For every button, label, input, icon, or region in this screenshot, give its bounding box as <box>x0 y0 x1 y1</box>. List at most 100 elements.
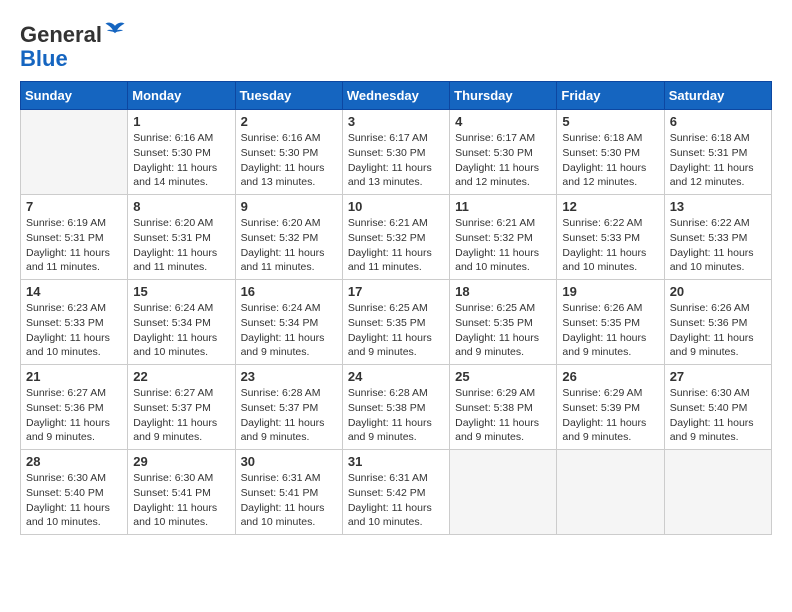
day-number: 23 <box>241 369 337 384</box>
logo-bird-icon <box>104 20 126 42</box>
day-info: Sunrise: 6:29 AM Sunset: 5:39 PM Dayligh… <box>562 386 658 445</box>
day-info: Sunrise: 6:16 AM Sunset: 5:30 PM Dayligh… <box>241 131 337 190</box>
day-number: 7 <box>26 199 122 214</box>
calendar-cell: 20 Sunrise: 6:26 AM Sunset: 5:36 PM Dayli… <box>664 280 771 365</box>
day-number: 9 <box>241 199 337 214</box>
calendar-cell: 2 Sunrise: 6:16 AM Sunset: 5:30 PM Daylig… <box>235 110 342 195</box>
calendar-week-2: 7 Sunrise: 6:19 AM Sunset: 5:31 PM Daylig… <box>21 195 772 280</box>
day-info: Sunrise: 6:26 AM Sunset: 5:36 PM Dayligh… <box>670 301 766 360</box>
day-info: Sunrise: 6:30 AM Sunset: 5:40 PM Dayligh… <box>670 386 766 445</box>
calendar-week-4: 21 Sunrise: 6:27 AM Sunset: 5:36 PM Dayli… <box>21 365 772 450</box>
calendar-cell: 5Sunrise: 6:18 AM Sunset: 5:30 PM Daylig… <box>557 110 664 195</box>
day-info: Sunrise: 6:31 AM Sunset: 5:42 PM Dayligh… <box>348 471 444 530</box>
calendar-cell <box>450 450 557 535</box>
calendar-cell: 28Sunrise: 6:30 AM Sunset: 5:40 PM Dayli… <box>21 450 128 535</box>
weekday-header-monday: Monday <box>128 82 235 110</box>
calendar-cell: 21 Sunrise: 6:27 AM Sunset: 5:36 PM Dayli… <box>21 365 128 450</box>
calendar-cell: 3 Sunrise: 6:17 AM Sunset: 5:30 PM Daylig… <box>342 110 449 195</box>
day-info: Sunrise: 6:25 AM Sunset: 5:35 PM Dayligh… <box>348 301 444 360</box>
calendar-week-1: 1 Sunrise: 6:16 AM Sunset: 5:30 PM Daylig… <box>21 110 772 195</box>
day-info: Sunrise: 6:25 AM Sunset: 5:35 PM Dayligh… <box>455 301 551 360</box>
weekday-header-tuesday: Tuesday <box>235 82 342 110</box>
day-number: 19 <box>562 284 658 299</box>
calendar-cell: 12 Sunrise: 6:22 AM Sunset: 5:33 PM Dayli… <box>557 195 664 280</box>
day-info: Sunrise: 6:21 AM Sunset: 5:32 PM Dayligh… <box>348 216 444 275</box>
calendar-cell: 8 Sunrise: 6:20 AM Sunset: 5:31 PM Daylig… <box>128 195 235 280</box>
logo-blue: Blue <box>20 46 68 71</box>
day-number: 15 <box>133 284 229 299</box>
day-info: Sunrise: 6:26 AM Sunset: 5:35 PM Dayligh… <box>562 301 658 360</box>
day-number: 18 <box>455 284 551 299</box>
day-number: 25 <box>455 369 551 384</box>
day-info: Sunrise: 6:17 AM Sunset: 5:30 PM Dayligh… <box>348 131 444 190</box>
logo: General Blue <box>20 20 126 71</box>
day-number: 28 <box>26 454 122 469</box>
calendar-cell: 24 Sunrise: 6:28 AM Sunset: 5:38 PM Dayli… <box>342 365 449 450</box>
calendar-week-5: 28Sunrise: 6:30 AM Sunset: 5:40 PM Dayli… <box>21 450 772 535</box>
calendar-cell: 6Sunrise: 6:18 AM Sunset: 5:31 PM Daylig… <box>664 110 771 195</box>
weekday-header-sunday: Sunday <box>21 82 128 110</box>
day-info: Sunrise: 6:20 AM Sunset: 5:31 PM Dayligh… <box>133 216 229 275</box>
day-number: 13 <box>670 199 766 214</box>
calendar-cell: 18 Sunrise: 6:25 AM Sunset: 5:35 PM Dayli… <box>450 280 557 365</box>
calendar-cell <box>21 110 128 195</box>
day-number: 4 <box>455 114 551 129</box>
calendar-cell: 7 Sunrise: 6:19 AM Sunset: 5:31 PM Daylig… <box>21 195 128 280</box>
calendar-cell: 14Sunrise: 6:23 AM Sunset: 5:33 PM Dayli… <box>21 280 128 365</box>
day-info: Sunrise: 6:19 AM Sunset: 5:31 PM Dayligh… <box>26 216 122 275</box>
day-number: 11 <box>455 199 551 214</box>
calendar-cell: 1 Sunrise: 6:16 AM Sunset: 5:30 PM Daylig… <box>128 110 235 195</box>
calendar-cell: 19 Sunrise: 6:26 AM Sunset: 5:35 PM Dayli… <box>557 280 664 365</box>
calendar-cell <box>557 450 664 535</box>
calendar-cell: 25 Sunrise: 6:29 AM Sunset: 5:38 PM Dayli… <box>450 365 557 450</box>
day-number: 14 <box>26 284 122 299</box>
day-number: 26 <box>562 369 658 384</box>
day-number: 6 <box>670 114 766 129</box>
day-number: 20 <box>670 284 766 299</box>
day-number: 5 <box>562 114 658 129</box>
calendar-cell: 16 Sunrise: 6:24 AM Sunset: 5:34 PM Dayli… <box>235 280 342 365</box>
calendar-cell: 10 Sunrise: 6:21 AM Sunset: 5:32 PM Dayli… <box>342 195 449 280</box>
calendar-cell: 23 Sunrise: 6:28 AM Sunset: 5:37 PM Dayli… <box>235 365 342 450</box>
day-info: Sunrise: 6:17 AM Sunset: 5:30 PM Dayligh… <box>455 131 551 190</box>
page-header: General Blue <box>20 20 772 71</box>
weekday-header-friday: Friday <box>557 82 664 110</box>
weekday-header-saturday: Saturday <box>664 82 771 110</box>
day-number: 3 <box>348 114 444 129</box>
day-number: 1 <box>133 114 229 129</box>
day-info: Sunrise: 6:27 AM Sunset: 5:36 PM Dayligh… <box>26 386 122 445</box>
calendar-cell <box>664 450 771 535</box>
day-number: 16 <box>241 284 337 299</box>
day-info: Sunrise: 6:28 AM Sunset: 5:38 PM Dayligh… <box>348 386 444 445</box>
weekday-header-wednesday: Wednesday <box>342 82 449 110</box>
day-number: 21 <box>26 369 122 384</box>
day-number: 24 <box>348 369 444 384</box>
day-info: Sunrise: 6:24 AM Sunset: 5:34 PM Dayligh… <box>133 301 229 360</box>
day-number: 8 <box>133 199 229 214</box>
day-number: 10 <box>348 199 444 214</box>
day-info: Sunrise: 6:16 AM Sunset: 5:30 PM Dayligh… <box>133 131 229 190</box>
day-info: Sunrise: 6:21 AM Sunset: 5:32 PM Dayligh… <box>455 216 551 275</box>
day-number: 17 <box>348 284 444 299</box>
day-info: Sunrise: 6:24 AM Sunset: 5:34 PM Dayligh… <box>241 301 337 360</box>
calendar-cell: 17 Sunrise: 6:25 AM Sunset: 5:35 PM Dayli… <box>342 280 449 365</box>
day-info: Sunrise: 6:20 AM Sunset: 5:32 PM Dayligh… <box>241 216 337 275</box>
day-info: Sunrise: 6:22 AM Sunset: 5:33 PM Dayligh… <box>670 216 766 275</box>
day-number: 12 <box>562 199 658 214</box>
day-number: 22 <box>133 369 229 384</box>
calendar-cell: 4 Sunrise: 6:17 AM Sunset: 5:30 PM Daylig… <box>450 110 557 195</box>
day-info: Sunrise: 6:28 AM Sunset: 5:37 PM Dayligh… <box>241 386 337 445</box>
calendar-cell: 31Sunrise: 6:31 AM Sunset: 5:42 PM Dayli… <box>342 450 449 535</box>
day-number: 2 <box>241 114 337 129</box>
day-info: Sunrise: 6:22 AM Sunset: 5:33 PM Dayligh… <box>562 216 658 275</box>
calendar-cell: 15 Sunrise: 6:24 AM Sunset: 5:34 PM Dayli… <box>128 280 235 365</box>
calendar-cell: 22 Sunrise: 6:27 AM Sunset: 5:37 PM Dayli… <box>128 365 235 450</box>
calendar-cell: 9 Sunrise: 6:20 AM Sunset: 5:32 PM Daylig… <box>235 195 342 280</box>
day-info: Sunrise: 6:27 AM Sunset: 5:37 PM Dayligh… <box>133 386 229 445</box>
day-info: Sunrise: 6:30 AM Sunset: 5:41 PM Dayligh… <box>133 471 229 530</box>
day-number: 27 <box>670 369 766 384</box>
day-number: 30 <box>241 454 337 469</box>
day-info: Sunrise: 6:29 AM Sunset: 5:38 PM Dayligh… <box>455 386 551 445</box>
logo-general: General <box>20 22 102 47</box>
day-info: Sunrise: 6:31 AM Sunset: 5:41 PM Dayligh… <box>241 471 337 530</box>
